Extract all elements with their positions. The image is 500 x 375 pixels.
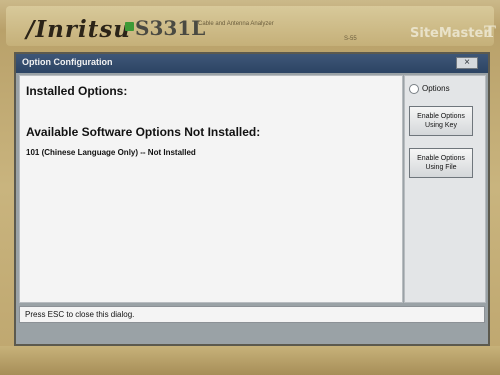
status-bar: Press ESC to close this dialog. bbox=[19, 306, 485, 323]
model-subtitle: Cable and Antenna Analyzer bbox=[198, 21, 274, 27]
installed-options-heading: Installed Options: bbox=[26, 84, 128, 98]
dialog-title: Option Configuration bbox=[22, 57, 113, 67]
product-name: SiteMaster bbox=[410, 26, 490, 41]
top-label-strip: /Inritsu S331L Cable and Antenna Analyze… bbox=[6, 6, 496, 46]
enable-options-using-key-button[interactable]: Enable Options Using Key bbox=[409, 106, 473, 136]
dialog-title-bar: Option Configuration × bbox=[16, 54, 488, 73]
instrument-bezel: /Inritsu S331L Cable and Antenna Analyze… bbox=[0, 0, 500, 375]
model-name: S331L bbox=[135, 16, 206, 40]
model-indicator-icon bbox=[125, 22, 134, 31]
close-button[interactable]: × bbox=[456, 57, 478, 69]
enable-options-using-file-button[interactable]: Enable Options Using File bbox=[409, 148, 473, 178]
product-logo-icon: T bbox=[484, 22, 496, 41]
brand-logo: /Inritsu bbox=[26, 16, 132, 43]
status-text: Press ESC to close this dialog. bbox=[25, 310, 135, 319]
available-options-heading: Available Software Options Not Installed… bbox=[26, 125, 261, 139]
button-label-line1: Enable Options bbox=[417, 155, 465, 162]
device-code: S-55 bbox=[344, 36, 357, 42]
options-content-pane: Installed Options: Available Software Op… bbox=[19, 75, 403, 303]
lower-bezel bbox=[0, 346, 500, 375]
side-button-panel: Options Enable Options Using Key Enable … bbox=[404, 75, 486, 303]
button-label-line2: Using File bbox=[425, 164, 457, 171]
list-item: 101 (Chinese Language Only) -- Not Insta… bbox=[26, 148, 196, 157]
radio-circle-icon[interactable] bbox=[409, 84, 419, 94]
options-radio-label: Options bbox=[422, 84, 450, 93]
button-label-line2: Using Key bbox=[425, 122, 457, 129]
screen: Option Configuration × Installed Options… bbox=[14, 52, 490, 346]
button-label-line1: Enable Options bbox=[417, 113, 465, 120]
